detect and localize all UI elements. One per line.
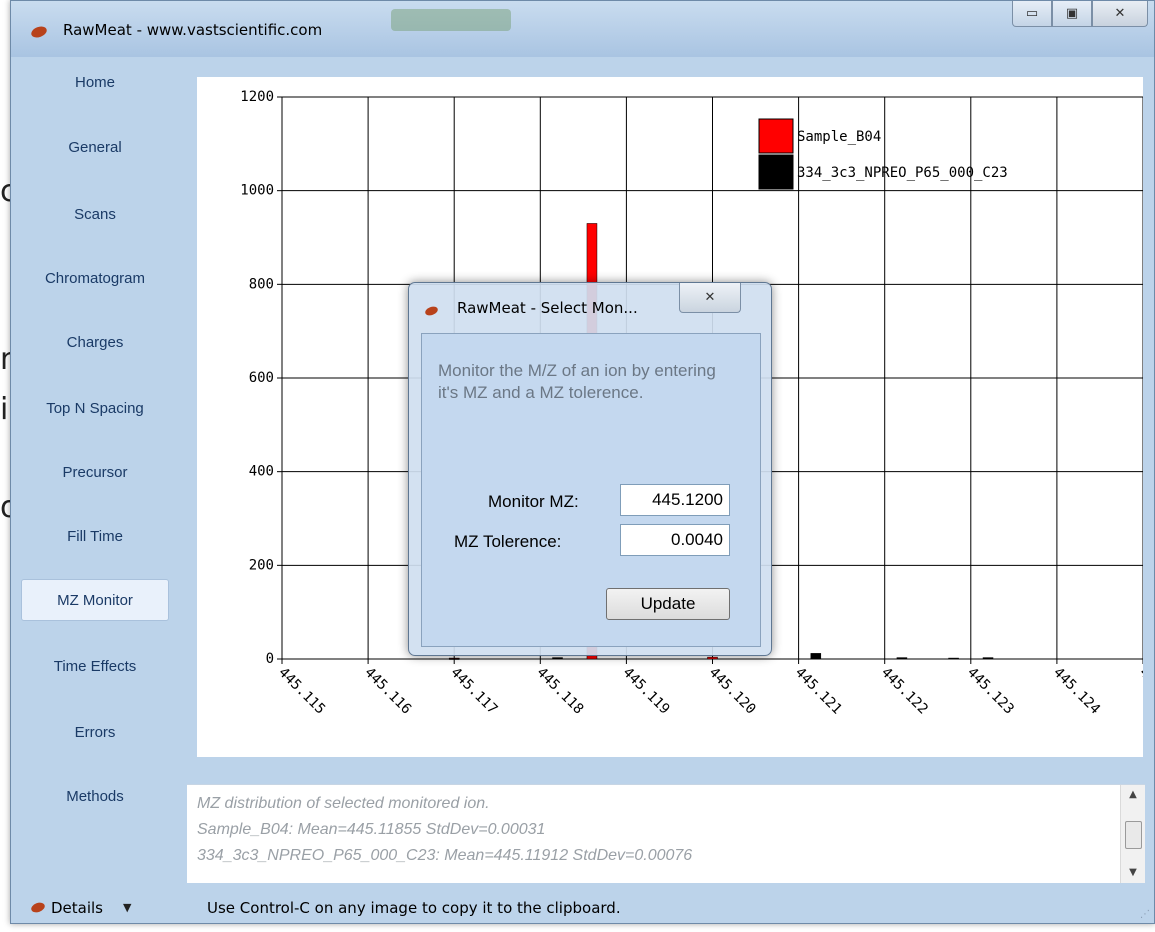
info-line: 334_3c3_NPREO_P65_000_C23: Mean=445.1191… — [197, 847, 693, 864]
details-dropdown[interactable]: Details — [51, 899, 103, 917]
x-tick-label: 445.123 — [964, 665, 1017, 718]
window-title: RawMeat - www.vastscientific.com — [63, 21, 323, 39]
sidebar-item-time-effects[interactable]: Time Effects — [21, 645, 169, 687]
bar — [896, 657, 908, 660]
info-line: Sample_B04: Mean=445.11855 StdDev=0.0003… — [197, 821, 546, 838]
close-button[interactable]: ✕ — [1092, 1, 1148, 27]
sidebar-item-scans[interactable]: Scans — [21, 193, 169, 235]
scroll-thumb[interactable] — [1125, 821, 1142, 849]
y-tick-label: 1200 — [240, 89, 274, 105]
close-icon: ✕ — [704, 290, 716, 305]
bar — [707, 656, 718, 660]
sidebar-item-charges[interactable]: Charges — [21, 321, 169, 363]
sidebar-item-top-n-spacing[interactable]: Top N Spacing — [21, 387, 169, 429]
resize-grip-icon[interactable]: ⋰ — [1140, 909, 1150, 920]
window-controls: ▭ ▣ ✕ — [1012, 1, 1148, 27]
bar — [982, 657, 994, 660]
status-bar: Details ▼ Use Control-C on any image to … — [11, 893, 1154, 923]
x-tick-label: 445.120 — [706, 665, 759, 718]
legend-label: Sample_B04 — [797, 129, 881, 145]
y-tick-label: 0 — [266, 651, 274, 667]
monitor-mz-input[interactable] — [620, 484, 730, 516]
x-tick-label: 445.121 — [792, 665, 845, 718]
update-button[interactable]: Update — [606, 588, 730, 620]
sidebar-item-fill-time[interactable]: Fill Time — [21, 515, 169, 557]
maximize-icon: ▣ — [1065, 6, 1079, 21]
dialog-title: RawMeat - Select Mon... — [457, 299, 638, 317]
x-tick-label: 445.12 — [1136, 665, 1143, 712]
bar — [948, 657, 959, 660]
info-scrollbar[interactable]: ▲ ▼ — [1120, 785, 1145, 883]
sidebar-item-chromatogram[interactable]: Chromatogram — [21, 257, 169, 299]
y-tick-label: 800 — [249, 276, 274, 292]
sidebar-item-home[interactable]: Home — [21, 61, 169, 103]
chevron-down-icon[interactable]: ▼ — [123, 901, 131, 914]
x-tick-label: 445.122 — [878, 665, 931, 718]
sidebar: Home General Scans Chromatogram Charges Top N… — [16, 57, 178, 895]
sidebar-item-methods[interactable]: Methods — [21, 775, 169, 817]
bar — [448, 658, 460, 660]
legend-swatch — [758, 118, 794, 154]
select-monitor-dialog: RawMeat - Select Mon... ✕ Monitor the M/… — [408, 282, 772, 656]
minimize-button[interactable]: ▭ — [1012, 1, 1052, 27]
x-tick-label: 445.117 — [447, 665, 500, 718]
mz-tolerance-label: MZ Tolerence: — [454, 532, 562, 551]
dialog-body: Monitor the M/Z of an ion by entering it… — [421, 333, 761, 647]
x-tick-label: 445.118 — [533, 665, 586, 718]
background-fragment: i — [0, 392, 9, 427]
y-tick-label: 200 — [249, 557, 274, 573]
x-tick-label: 445.124 — [1050, 665, 1103, 718]
sidebar-item-general[interactable]: General — [21, 126, 169, 168]
taskbar-glow — [391, 9, 511, 31]
status-text: Use Control-C on any image to copy it to… — [207, 899, 621, 917]
details-icon — [29, 900, 47, 915]
y-tick-label: 600 — [249, 370, 274, 386]
y-tick-label: 1000 — [240, 183, 274, 199]
x-tick-label: 445.119 — [620, 665, 673, 718]
mz-tolerance-input[interactable] — [620, 524, 730, 556]
y-tick-label: 400 — [249, 464, 274, 480]
scroll-up-icon[interactable]: ▲ — [1121, 785, 1145, 805]
dialog-close-button[interactable]: ✕ — [679, 283, 741, 313]
info-textbox[interactable]: MZ distribution of selected monitored io… — [187, 784, 1145, 883]
maximize-button[interactable]: ▣ — [1052, 1, 1092, 27]
legend-label: 334_3c3_NPREO_P65_000_C23 — [797, 165, 1008, 181]
scroll-down-icon[interactable]: ▼ — [1121, 863, 1145, 883]
dialog-app-icon — [424, 305, 439, 317]
sidebar-item-mz-monitor[interactable]: MZ Monitor — [21, 579, 169, 621]
monitor-mz-label: Monitor MZ: — [488, 492, 579, 511]
info-line: MZ distribution of selected monitored io… — [197, 795, 490, 812]
title-bar[interactable]: RawMeat - www.vastscientific.com ▭ ▣ ✕ — [11, 1, 1154, 57]
bar — [552, 657, 563, 660]
sidebar-item-precursor[interactable]: Precursor — [21, 451, 169, 493]
x-tick-label: 445.115 — [275, 665, 328, 718]
sidebar-item-errors[interactable]: Errors — [21, 711, 169, 753]
x-tick-label: 445.116 — [361, 665, 414, 718]
dialog-description: Monitor the M/Z of an ion by entering it… — [438, 361, 716, 402]
minimize-icon: ▭ — [1025, 6, 1039, 21]
legend-swatch — [758, 154, 794, 190]
bar — [810, 653, 822, 660]
close-icon: ✕ — [1114, 6, 1126, 21]
app-icon — [29, 24, 49, 40]
